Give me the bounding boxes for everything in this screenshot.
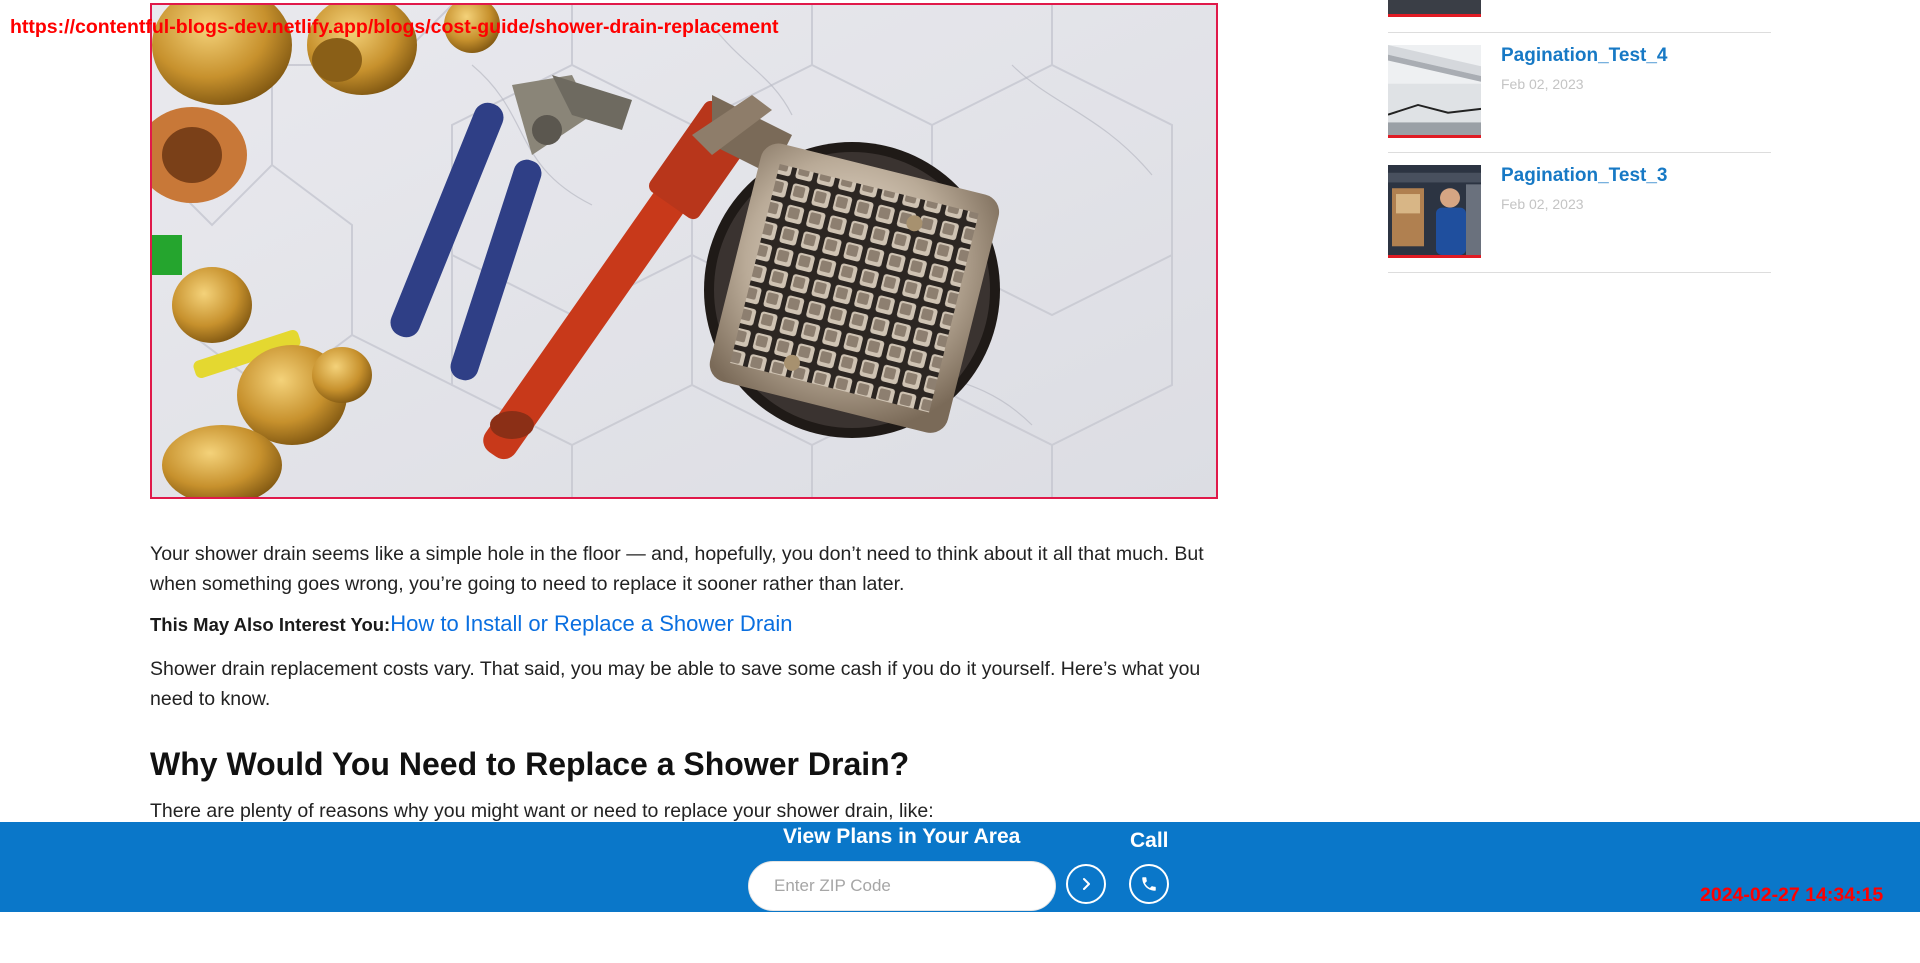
zip-code-input[interactable] (748, 861, 1056, 911)
sidebar-post-item[interactable]: Pagination_Test_3 Feb 02, 2023 (1388, 152, 1771, 273)
sidebar-post-date: Feb 02, 2023 (1501, 196, 1584, 212)
zip-submit-button[interactable] (1066, 864, 1106, 904)
post-thumbnail[interactable] (1388, 45, 1481, 138)
call-label: Call (1130, 829, 1169, 852)
call-button[interactable] (1129, 864, 1169, 904)
related-article-link[interactable]: How to Install or Replace a Shower Drain (390, 611, 792, 636)
hero-image (150, 3, 1218, 499)
chevron-right-icon (1083, 878, 1090, 890)
phone-icon (1142, 877, 1156, 891)
related-article-label: This May Also Interest You: (150, 614, 391, 635)
sidebar-post-date: Feb 02, 2023 (1501, 76, 1584, 92)
view-plans-title: View Plans in Your Area (783, 825, 1021, 848)
related-article: This May Also Interest You:How to Instal… (150, 609, 1220, 640)
sticky-zip-bar: View Plans in Your Area Call (0, 822, 1920, 912)
timestamp-watermark: 2024-02-27 14:34:15 (1700, 884, 1884, 906)
url-watermark: https://contentful-blogs-dev.netlify.app… (10, 16, 779, 38)
post-thumbnail[interactable] (1388, 165, 1481, 258)
post-thumbnail[interactable] (1388, 0, 1481, 17)
sidebar-post-title[interactable]: Pagination_Test_3 (1501, 165, 1667, 187)
hero-image-illustration (152, 5, 1216, 497)
sidebar-post-item[interactable]: Pagination_Test_4 Feb 02, 2023 (1388, 32, 1771, 152)
cost-paragraph: Shower drain replacement costs vary. Tha… (150, 658, 1201, 710)
intro-paragraph: Your shower drain seems like a simple ho… (150, 543, 1204, 595)
section-heading: Why Would You Need to Replace a Shower D… (150, 746, 910, 782)
sidebar-post-title[interactable]: Pagination_Test_4 (1501, 45, 1667, 67)
